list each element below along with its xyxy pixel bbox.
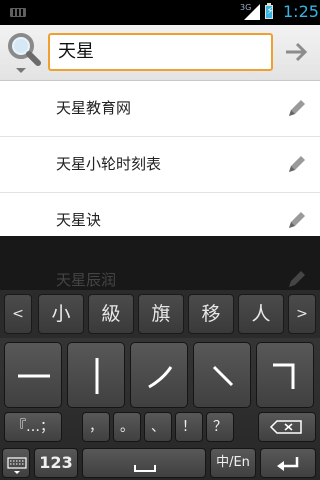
- clock: 1:25: [283, 2, 319, 21]
- turning-stroke-icon: [273, 363, 295, 389]
- suggestion-item[interactable]: 天星诀: [0, 193, 320, 236]
- search-input[interactable]: 天星: [48, 33, 273, 71]
- language-toggle-key[interactable]: 中/En: [210, 448, 256, 478]
- suggestion-text: 天星教育网: [56, 99, 132, 117]
- stroke-key-horizontal[interactable]: [4, 342, 62, 408]
- pencil-icon[interactable]: [284, 209, 308, 233]
- candidate-key[interactable]: 移: [188, 294, 234, 334]
- enter-key[interactable]: [260, 448, 316, 478]
- enter-icon: [277, 457, 299, 471]
- left-falling-stroke-icon: [148, 366, 173, 389]
- comma-key[interactable]: ，: [82, 412, 110, 442]
- stroke-key-left-falling[interactable]: [130, 342, 188, 408]
- candidate-next-button[interactable]: >: [288, 294, 316, 334]
- keyboard-icon: [7, 457, 27, 474]
- backspace-key[interactable]: [258, 412, 316, 442]
- soft-keyboard: < 小 級 旗 移 人 > 『…； ， 。 、 ！ ？ 123 中/En: [0, 290, 320, 480]
- numbers-key[interactable]: 123: [34, 448, 78, 478]
- status-bar: 3G ⚡ 1:25: [0, 0, 320, 25]
- signal-icon: [244, 4, 260, 20]
- candidate-key[interactable]: 旗: [138, 294, 184, 334]
- suggestion-item[interactable]: 天星小轮时刻表: [0, 137, 320, 193]
- horizontal-stroke-icon: [18, 374, 50, 378]
- charging-bolt-icon: ⚡: [266, 6, 274, 17]
- space-icon: [134, 465, 156, 472]
- suggestion-text: 天星小轮时刻表: [56, 155, 162, 173]
- magnifier-icon[interactable]: [4, 29, 44, 77]
- vertical-stroke-icon: [95, 358, 99, 394]
- keyboard-notification-icon: [10, 8, 26, 17]
- stroke-key-vertical[interactable]: [67, 342, 125, 408]
- pencil-icon: [289, 271, 305, 287]
- candidate-bar: < 小 級 旗 移 人 >: [0, 290, 320, 338]
- dot-stroke-icon: [212, 365, 234, 387]
- space-key[interactable]: [82, 448, 206, 478]
- candidate-prev-button[interactable]: <: [4, 294, 32, 334]
- stroke-key-dot[interactable]: [193, 342, 251, 408]
- keyboard-settings-key[interactable]: [2, 448, 30, 478]
- search-header: 天星: [0, 25, 320, 81]
- backspace-icon: [269, 420, 302, 434]
- suggestion-item[interactable]: 天星教育网: [0, 81, 320, 137]
- stroke-key-turning[interactable]: [256, 342, 314, 408]
- candidate-key[interactable]: 小: [38, 294, 84, 334]
- suggestion-list: 天星教育网 天星小轮时刻表 天星诀: [0, 81, 320, 236]
- exclamation-key[interactable]: ！: [175, 412, 203, 442]
- candidate-key[interactable]: 級: [88, 294, 134, 334]
- question-key[interactable]: ？: [206, 412, 234, 442]
- arrow-right-icon[interactable]: [278, 33, 314, 71]
- punctuation-menu-key[interactable]: 『…；: [4, 412, 62, 442]
- candidate-key[interactable]: 人: [238, 294, 284, 334]
- enumeration-comma-key[interactable]: 、: [144, 412, 172, 442]
- period-key[interactable]: 。: [113, 412, 141, 442]
- pencil-icon[interactable]: [284, 153, 308, 177]
- suggestion-text: 天星诀: [56, 211, 102, 229]
- suggestion-text: 天星辰润: [56, 271, 117, 289]
- suggestion-item-obscured: 天星辰润: [0, 236, 320, 290]
- pencil-icon[interactable]: [284, 97, 308, 121]
